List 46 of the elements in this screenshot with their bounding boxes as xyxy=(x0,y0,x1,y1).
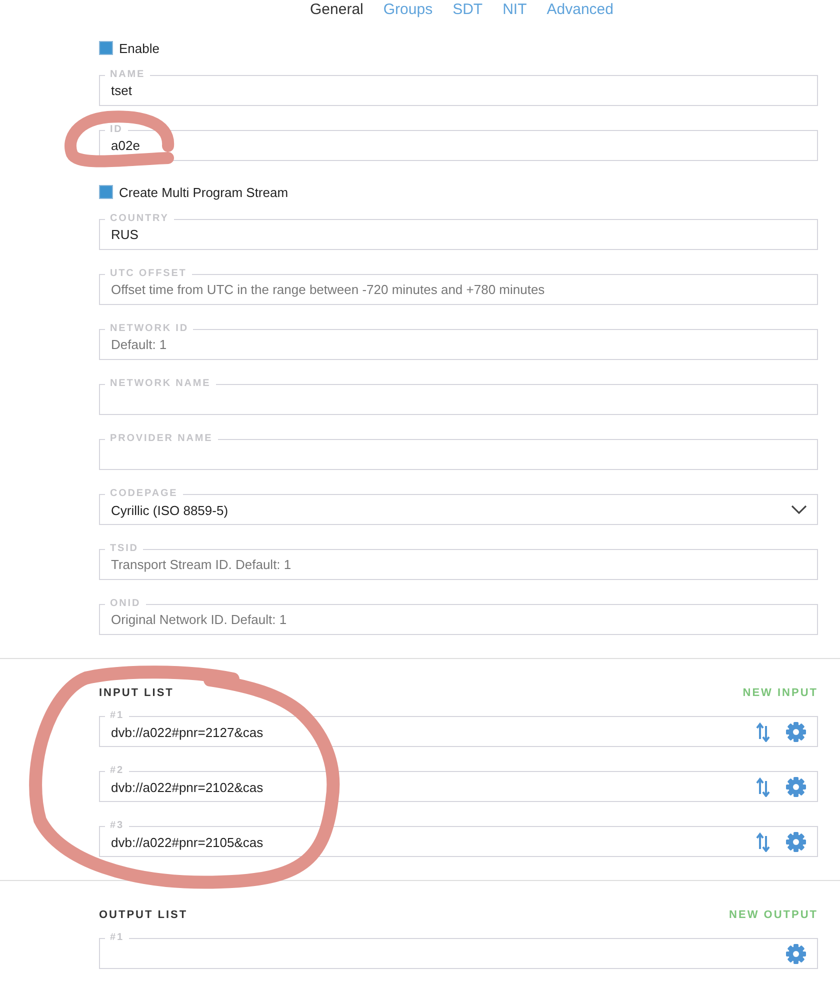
settings-icon[interactable] xyxy=(785,776,807,798)
sort-icon[interactable] xyxy=(755,832,771,852)
section-title: INPUT LIST xyxy=(99,687,174,699)
field-label: NETWORK ID xyxy=(109,324,190,334)
dropdown[interactable]: CODEPAGE Cyrillic (ISO 8859-5) xyxy=(99,489,818,525)
settings-icon[interactable] xyxy=(785,831,807,853)
chevron-down-icon xyxy=(791,505,807,515)
settings-icon[interactable] xyxy=(785,943,807,965)
field-label: UTC OFFSET xyxy=(109,269,188,279)
text-input[interactable]: RUS xyxy=(111,224,807,244)
tab[interactable]: General xyxy=(310,0,364,20)
checkbox[interactable] xyxy=(99,185,113,199)
input-field[interactable]: ID a02e xyxy=(99,125,818,161)
field-label: ONID xyxy=(109,599,142,609)
section-title: OUTPUT LIST xyxy=(99,909,188,921)
text-input[interactable]: dvb://a022#pnr=2102&cas xyxy=(111,777,741,797)
field-label: COUNTRY xyxy=(109,214,170,224)
field-label: PROVIDER NAME xyxy=(109,434,214,444)
input-field[interactable]: COUNTRY RUS xyxy=(99,214,818,250)
checkbox-label: Create Multi Program Stream xyxy=(119,184,288,200)
text-input[interactable]: dvb://a022#pnr=2105&cas xyxy=(111,832,741,852)
sort-icon[interactable] xyxy=(755,722,771,742)
text-input[interactable]: a02e xyxy=(111,135,807,155)
text-input[interactable]: dvb://a022#pnr=2127&cas xyxy=(111,722,741,742)
field-label: NETWORK NAME xyxy=(109,379,212,389)
field-label: #2 xyxy=(109,766,125,776)
settings-icon[interactable] xyxy=(785,721,807,743)
checkbox-label: Enable xyxy=(119,40,160,56)
input-field[interactable]: #1 dvb://a022#pnr=2127&cas xyxy=(99,711,818,747)
text-input[interactable]: Default: 1 xyxy=(111,334,807,354)
text-input[interactable]: Transport Stream ID. Default: 1 xyxy=(111,554,807,574)
input-field[interactable]: #2 dvb://a022#pnr=2102&cas xyxy=(99,766,818,802)
text-input[interactable]: Offset time from UTC in the range between -720 minutes and +780 minutes xyxy=(111,279,807,299)
field-label: #1 xyxy=(109,711,125,721)
field-label: ID xyxy=(109,125,124,135)
input-field[interactable]: NAME tset xyxy=(99,70,818,106)
text-input[interactable]: Original Network ID. Default: 1 xyxy=(111,609,807,629)
field-label: NAME xyxy=(109,70,146,80)
field-label: #3 xyxy=(109,821,125,831)
input-field[interactable]: #3 dvb://a022#pnr=2105&cas xyxy=(99,821,818,857)
sort-icon[interactable] xyxy=(755,777,771,797)
text-input[interactable]: tset xyxy=(111,80,807,100)
field-label: TSID xyxy=(109,544,140,554)
checkbox[interactable] xyxy=(99,41,113,55)
field-label: #1 xyxy=(109,933,125,943)
field-label: CODEPAGE xyxy=(109,489,179,499)
